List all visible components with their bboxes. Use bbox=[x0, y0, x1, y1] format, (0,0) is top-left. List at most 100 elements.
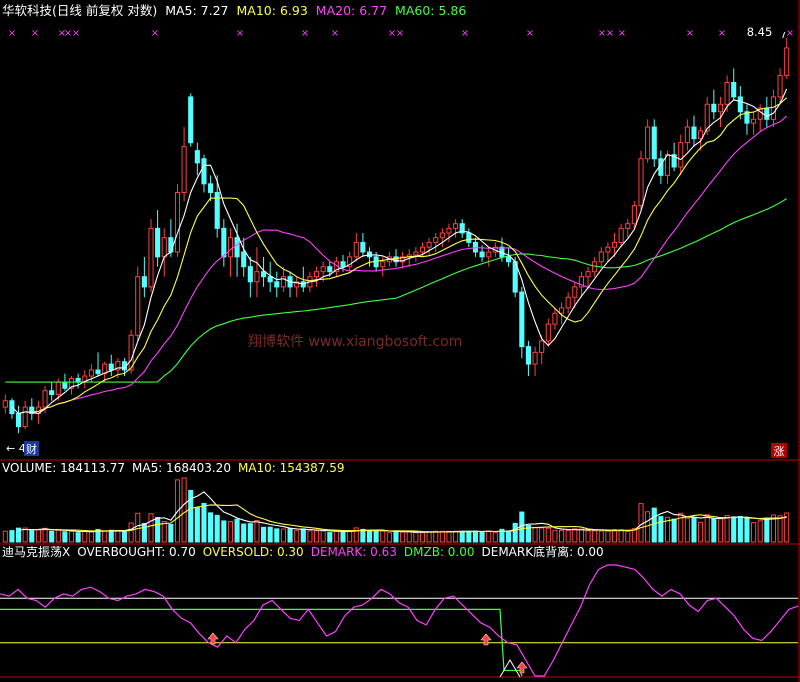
volume-bar[interactable] bbox=[9, 530, 15, 543]
finance-badge[interactable]: 财 bbox=[24, 441, 39, 456]
volume-bar[interactable] bbox=[558, 529, 565, 543]
volume-bar[interactable] bbox=[181, 477, 187, 543]
volume-bar[interactable] bbox=[234, 518, 240, 543]
volume-bar[interactable] bbox=[744, 517, 750, 543]
candle[interactable] bbox=[313, 266, 320, 287]
volume-bar[interactable] bbox=[380, 530, 386, 543]
volume-bar[interactable] bbox=[82, 530, 88, 543]
volume-bar[interactable] bbox=[598, 530, 604, 543]
volume-bar[interactable] bbox=[506, 530, 512, 543]
candle[interactable] bbox=[731, 68, 737, 101]
candle[interactable] bbox=[360, 232, 366, 257]
chart-canvas[interactable]: 华软科技(日线 前复权 对数) MA5: 7.27 MA10: 6.93 MA20: … bbox=[0, 0, 800, 682]
volume-bar[interactable] bbox=[141, 523, 147, 543]
volume-bar[interactable] bbox=[406, 531, 412, 543]
candle[interactable] bbox=[466, 228, 472, 248]
candle[interactable] bbox=[678, 134, 684, 176]
candle[interactable] bbox=[486, 247, 492, 267]
volume-bar[interactable] bbox=[221, 520, 227, 543]
candle[interactable] bbox=[174, 183, 181, 257]
volume-bar[interactable] bbox=[2, 530, 8, 543]
volume-bar[interactable] bbox=[717, 518, 724, 543]
volume-bar[interactable] bbox=[479, 531, 485, 543]
candle[interactable] bbox=[29, 398, 35, 421]
volume-bar[interactable] bbox=[128, 522, 134, 543]
candle[interactable] bbox=[744, 104, 750, 135]
volume-bar[interactable] bbox=[42, 527, 48, 543]
volume-bar[interactable] bbox=[161, 520, 167, 543]
candle[interactable] bbox=[194, 142, 200, 176]
volume-bar[interactable] bbox=[201, 502, 207, 543]
volume-bar[interactable] bbox=[386, 532, 392, 543]
volume-bar[interactable] bbox=[29, 529, 35, 543]
volume-bar[interactable] bbox=[280, 528, 286, 543]
volume-bar[interactable] bbox=[247, 523, 253, 543]
volume-bar[interactable] bbox=[605, 530, 611, 543]
candle[interactable] bbox=[711, 89, 717, 120]
candle[interactable] bbox=[155, 210, 161, 267]
volume-bar[interactable] bbox=[241, 523, 247, 543]
volume-bar[interactable] bbox=[539, 527, 545, 543]
candle[interactable] bbox=[148, 219, 154, 293]
volume-bar[interactable] bbox=[227, 520, 234, 543]
volume-bar[interactable] bbox=[453, 530, 459, 543]
volume-bar[interactable] bbox=[62, 531, 68, 543]
candle[interactable] bbox=[645, 119, 651, 163]
volume-bar[interactable] bbox=[459, 530, 465, 543]
volume-bar[interactable] bbox=[102, 530, 108, 543]
volume-bar[interactable] bbox=[413, 532, 419, 543]
volume-bar[interactable] bbox=[492, 532, 498, 543]
volume-bar[interactable] bbox=[214, 514, 220, 543]
volume-bar[interactable] bbox=[645, 511, 651, 543]
volume-bar[interactable] bbox=[737, 516, 743, 543]
volume-bar[interactable] bbox=[691, 517, 697, 543]
candle[interactable] bbox=[525, 340, 531, 377]
candle[interactable] bbox=[221, 219, 227, 267]
candle[interactable] bbox=[618, 223, 624, 248]
volume-bar[interactable] bbox=[658, 516, 664, 543]
volume-bar[interactable] bbox=[731, 516, 737, 543]
volume-bar[interactable] bbox=[108, 529, 114, 543]
volume-bar[interactable] bbox=[254, 519, 260, 543]
volume-bar[interactable] bbox=[274, 528, 280, 543]
volume-bar[interactable] bbox=[55, 529, 61, 543]
candle[interactable] bbox=[585, 266, 591, 287]
candle[interactable] bbox=[95, 352, 101, 377]
volume-bar[interactable] bbox=[333, 530, 339, 543]
candle[interactable] bbox=[254, 247, 260, 298]
volume-bar[interactable] bbox=[360, 528, 366, 543]
volume-bar[interactable] bbox=[751, 522, 757, 543]
volume-bar[interactable] bbox=[307, 530, 313, 543]
candle[interactable] bbox=[274, 271, 280, 298]
candle[interactable] bbox=[16, 405, 22, 434]
candle[interactable] bbox=[519, 286, 525, 359]
volume-bar[interactable] bbox=[512, 522, 518, 543]
volume-bar[interactable] bbox=[168, 523, 174, 543]
candle[interactable] bbox=[347, 251, 353, 272]
volume-bar[interactable] bbox=[439, 530, 445, 543]
candle[interactable] bbox=[75, 373, 81, 389]
candle[interactable] bbox=[22, 400, 28, 430]
volume-bar[interactable] bbox=[545, 527, 551, 543]
candle[interactable] bbox=[770, 89, 776, 127]
candle[interactable] bbox=[605, 242, 611, 262]
volume-bar[interactable] bbox=[340, 531, 346, 543]
volume-bar[interactable] bbox=[625, 530, 631, 543]
volume-bar[interactable] bbox=[671, 518, 677, 543]
volume-bar[interactable] bbox=[446, 530, 452, 543]
volume-bar[interactable] bbox=[49, 530, 55, 543]
candle[interactable] bbox=[446, 223, 452, 243]
volume-bar[interactable] bbox=[618, 529, 624, 543]
candle[interactable] bbox=[241, 237, 247, 277]
volume-bar[interactable] bbox=[572, 528, 578, 543]
candle[interactable] bbox=[552, 307, 558, 330]
candle[interactable] bbox=[784, 38, 790, 79]
candle[interactable] bbox=[208, 175, 214, 202]
candle[interactable] bbox=[82, 370, 88, 389]
volume-bar[interactable] bbox=[320, 530, 326, 543]
volume-bar[interactable] bbox=[393, 531, 399, 543]
volume-bar[interactable] bbox=[419, 532, 426, 543]
candle[interactable] bbox=[651, 119, 657, 167]
candle[interactable] bbox=[353, 232, 359, 262]
volume-bar[interactable] bbox=[121, 531, 128, 543]
